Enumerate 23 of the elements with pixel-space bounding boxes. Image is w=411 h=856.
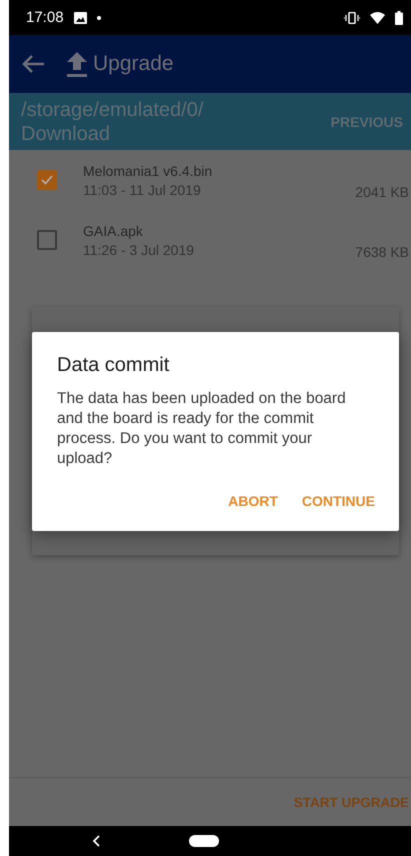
home-pill-icon[interactable] [189, 835, 219, 847]
back-icon[interactable] [93, 835, 101, 847]
dialog-message: The data has been uploaded on the board and the board is ready for the commit process. Do you want to commit your upload? [57, 389, 347, 469]
image-icon [74, 12, 87, 24]
screen-title: Upgrade [93, 52, 174, 76]
dialog-title: Data commit [57, 354, 170, 377]
folder-path: /storage/emulated/0/Download [21, 98, 204, 146]
checkmark-icon [41, 175, 53, 185]
vibrate-icon [344, 12, 360, 24]
checkbox[interactable] [37, 230, 57, 250]
upload-icon [65, 51, 89, 77]
dot-icon [96, 16, 101, 20]
back-arrow-icon[interactable] [21, 54, 45, 74]
status-time: 17:08 [26, 9, 64, 26]
dialog-button[interactable]: CONTINUE [302, 491, 375, 511]
wifi-icon [370, 12, 385, 24]
start-upgrade-button[interactable]: START UPGRADE [292, 790, 411, 814]
dialog-button[interactable]: ABORT [228, 491, 278, 511]
file-name: GAIA.apk [83, 222, 144, 238]
checkbox[interactable] [37, 170, 57, 190]
previous-button[interactable]: PREVIOUS [326, 110, 407, 134]
file-name: Melomania1 v6.4.bin [83, 162, 214, 178]
battery-icon [395, 10, 403, 24]
